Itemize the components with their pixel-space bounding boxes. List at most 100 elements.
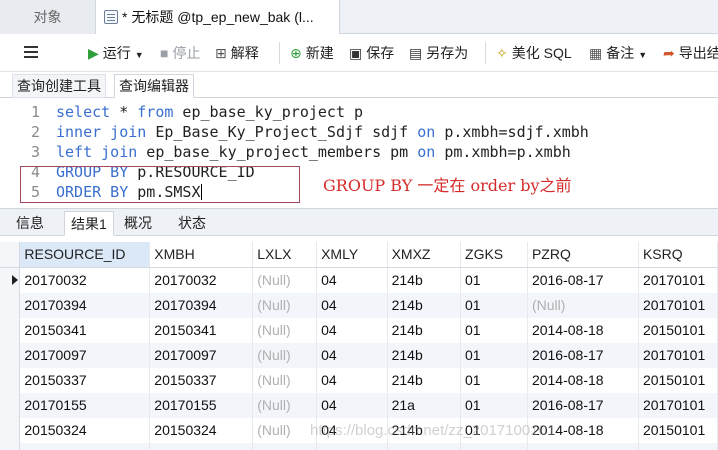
table-cell[interactable]: (Null) bbox=[252, 293, 318, 318]
column-header[interactable]: XMLY bbox=[316, 242, 388, 268]
table-row[interactable]: 20170032 20170032 (Null) 04 214b 01 2016-08-17… bbox=[0, 267, 718, 293]
run-dropdown-icon[interactable]: ▼ bbox=[135, 50, 144, 60]
table-cell[interactable]: 20170394 bbox=[149, 293, 254, 318]
table-cell[interactable]: 20150324 bbox=[19, 418, 151, 443]
table-cell[interactable]: 20150341 bbox=[149, 318, 254, 343]
table-cell[interactable]: 2014-08-18 bbox=[527, 443, 639, 450]
table-cell[interactable]: 20150324 bbox=[149, 418, 254, 443]
table-cell[interactable]: 21a bbox=[387, 393, 462, 418]
sql-editor[interactable]: 1 select * from ep_base_ky_project p 2 inne… bbox=[0, 98, 718, 208]
column-header[interactable]: XMBH bbox=[149, 242, 254, 268]
table-cell[interactable]: 2016-08-17 bbox=[527, 267, 639, 293]
run-button[interactable]: ▶ 运行 ▼ bbox=[88, 34, 144, 72]
table-cell[interactable]: 20170101 bbox=[638, 293, 718, 318]
column-header[interactable]: XMXZ bbox=[387, 242, 462, 268]
table-cell[interactable]: 01 bbox=[460, 443, 528, 450]
result-grid[interactable]: RESOURCE_ID XMBH LXLX XMLY XMXZ ZGKS PZRQ KSRQ … bbox=[0, 242, 718, 450]
table-cell[interactable]: 20150337 bbox=[149, 368, 254, 393]
table-row[interactable]: 20170155 20170155 (Null) 04 21a 01 2016-08-17 2… bbox=[0, 393, 718, 418]
tab-info[interactable]: 信息 bbox=[10, 211, 50, 236]
tab-status[interactable]: 状态 bbox=[172, 211, 212, 236]
table-cell[interactable]: 20150101 bbox=[638, 368, 718, 393]
table-cell[interactable]: 20170097 bbox=[149, 343, 254, 368]
table-cell[interactable]: 04 bbox=[316, 293, 388, 318]
table-cell[interactable]: 20170155 bbox=[19, 393, 151, 418]
table-cell[interactable]: 20170101 bbox=[638, 267, 718, 293]
stop-button[interactable]: ■ 停止 bbox=[160, 34, 200, 72]
table-cell[interactable]: (Null) bbox=[252, 267, 318, 293]
comment-button[interactable]: ▦ 备注 ▼ bbox=[589, 34, 647, 72]
row-selector[interactable] bbox=[0, 418, 21, 443]
table-cell[interactable]: 20170097 bbox=[19, 343, 151, 368]
table-cell[interactable]: 20170032 bbox=[19, 267, 151, 293]
column-header[interactable]: RESOURCE_ID bbox=[19, 242, 151, 268]
tab-profile[interactable]: 概况 bbox=[118, 211, 158, 236]
tab-query-editor[interactable]: 查询编辑器 bbox=[114, 74, 194, 98]
table-cell[interactable]: (Null) bbox=[252, 443, 318, 450]
table-cell[interactable]: 04 bbox=[316, 318, 388, 343]
table-cell[interactable]: 04 bbox=[316, 443, 388, 450]
table-cell[interactable]: 214b bbox=[387, 318, 462, 343]
table-cell[interactable]: 20170101 bbox=[638, 343, 718, 368]
row-selector[interactable] bbox=[0, 318, 21, 343]
table-cell[interactable]: 2014-08-18 bbox=[527, 418, 639, 443]
table-cell[interactable]: (Null) bbox=[252, 393, 318, 418]
table-cell[interactable]: 214b bbox=[387, 343, 462, 368]
table-row[interactable]: 20150337 20150337 (Null) 04 214b 01 2014-08-18… bbox=[0, 368, 718, 393]
table-cell[interactable]: 01 bbox=[460, 418, 528, 443]
table-row[interactable]: 20170394 20170394 (Null) 04 214b 01 (Null) 2017… bbox=[0, 293, 718, 318]
table-cell[interactable]: 01 bbox=[460, 368, 528, 393]
table-cell[interactable]: 20170101 bbox=[638, 393, 718, 418]
table-cell[interactable]: 20150341 bbox=[19, 318, 151, 343]
table-cell[interactable]: 04 bbox=[316, 267, 388, 293]
table-cell[interactable]: (Null) bbox=[252, 368, 318, 393]
row-selector[interactable] bbox=[0, 443, 21, 450]
table-cell[interactable]: 2014-08-18 bbox=[527, 368, 639, 393]
table-cell[interactable]: 2016-08-17 bbox=[527, 393, 639, 418]
comment-dropdown-icon[interactable]: ▼ bbox=[638, 50, 647, 60]
tab-result1[interactable]: 结果1 bbox=[64, 211, 114, 236]
table-cell[interactable]: 214b bbox=[387, 443, 462, 450]
table-cell[interactable]: 04 bbox=[316, 418, 388, 443]
table-cell[interactable]: 20150101 bbox=[638, 318, 718, 343]
table-cell[interactable]: 20170032 bbox=[149, 267, 254, 293]
tab-query-untitled[interactable]: * 无标题 @tp_ep_new_bak (l... bbox=[96, 0, 340, 34]
table-cell[interactable]: 20170155 bbox=[149, 393, 254, 418]
export-result-button[interactable]: ➦ 导出结 bbox=[663, 34, 718, 72]
table-cell[interactable]: 2016-08-17 bbox=[527, 343, 639, 368]
table-cell[interactable]: 04 bbox=[316, 393, 388, 418]
column-header[interactable]: KSRQ bbox=[638, 242, 718, 268]
table-cell[interactable]: 20150306 bbox=[19, 443, 151, 450]
table-cell[interactable]: 20150101 bbox=[638, 418, 718, 443]
table-row[interactable]: 2015030620150306(Null)04214b012014-08-18… bbox=[0, 443, 718, 450]
row-selector[interactable] bbox=[0, 393, 21, 418]
table-cell[interactable]: (Null) bbox=[252, 343, 318, 368]
table-cell[interactable]: 04 bbox=[316, 368, 388, 393]
save-button[interactable]: ▣ 保存 bbox=[349, 34, 394, 72]
table-row[interactable]: 20170097 20170097 (Null) 04 214b 01 2016-08-17… bbox=[0, 343, 718, 368]
tab-query-builder[interactable]: 查询创建工具 bbox=[12, 74, 106, 98]
table-cell[interactable]: (Null) bbox=[252, 318, 318, 343]
table-cell[interactable]: 04 bbox=[316, 343, 388, 368]
new-button[interactable]: ⊕ 新建 bbox=[290, 34, 334, 72]
table-cell[interactable]: 01 bbox=[460, 293, 528, 318]
table-cell[interactable]: 20150337 bbox=[19, 368, 151, 393]
table-cell[interactable]: 2014-08-18 bbox=[527, 318, 639, 343]
menu-icon[interactable] bbox=[24, 46, 38, 58]
tab-objects[interactable]: 对象 bbox=[0, 0, 96, 34]
row-selector[interactable] bbox=[0, 293, 21, 318]
table-cell[interactable]: 01 bbox=[460, 393, 528, 418]
table-cell[interactable]: 214b bbox=[387, 368, 462, 393]
table-cell[interactable]: 01 bbox=[460, 318, 528, 343]
table-cell[interactable]: 214b bbox=[387, 267, 462, 293]
table-cell[interactable]: 01 bbox=[460, 267, 528, 293]
table-cell[interactable]: 20150306 bbox=[149, 443, 254, 450]
table-cell[interactable]: 214b bbox=[387, 293, 462, 318]
column-header[interactable]: PZRQ bbox=[527, 242, 639, 268]
row-selector[interactable] bbox=[0, 368, 21, 393]
table-cell[interactable]: (Null) bbox=[527, 293, 639, 318]
row-selector[interactable] bbox=[0, 267, 21, 293]
table-cell[interactable]: (Null) bbox=[252, 418, 318, 443]
table-cell[interactable]: 01 bbox=[460, 343, 528, 368]
table-cell[interactable]: 20170394 bbox=[19, 293, 151, 318]
